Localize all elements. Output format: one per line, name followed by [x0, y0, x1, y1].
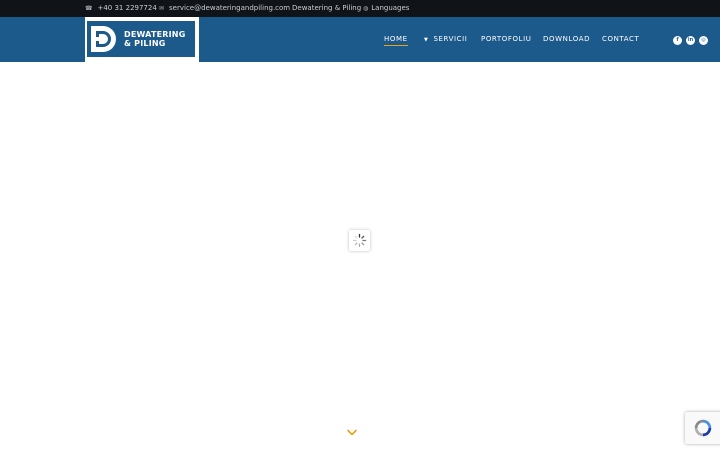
topbar-phone[interactable]: ☎ +40 31 2297724	[85, 0, 157, 17]
language-selector[interactable]: ◍ Languages	[363, 0, 409, 17]
company-name: Dewatering & Piling	[292, 4, 362, 12]
logo-text-line1: DEWATERING	[124, 30, 186, 39]
language-label: Languages	[371, 4, 410, 12]
nav-download-label: DOWNLOAD	[543, 35, 591, 43]
instagram-icon[interactable]: ◎	[699, 36, 708, 45]
topbar-company[interactable]: Dewatering & Piling	[292, 0, 361, 17]
nav-servicii-label: SERVICII	[433, 35, 468, 43]
nav-servicii[interactable]: ▼ SERVICII	[424, 17, 467, 62]
recaptcha-badge[interactable]	[685, 412, 720, 444]
nav-contact-label: CONTACT	[602, 35, 640, 43]
logo-text-line2: & PILING	[124, 39, 166, 48]
logo-mark-icon	[91, 26, 116, 52]
nav-home[interactable]: HOME	[384, 17, 408, 62]
spinner-icon	[352, 233, 367, 248]
loading-spinner	[349, 230, 370, 251]
logo-panel: DEWATERING & PILING	[87, 21, 195, 57]
recaptcha-icon	[694, 419, 712, 437]
email-address: service@dewateringandpiling.com	[169, 4, 291, 12]
phone-number: +40 31 2297724	[97, 4, 157, 12]
globe-icon: ◍	[363, 5, 369, 12]
scroll-down-chevron-icon[interactable]	[346, 427, 358, 439]
facebook-icon[interactable]: f	[673, 36, 682, 45]
linkedin-icon[interactable]: in	[686, 36, 695, 45]
caret-down-icon: ▼	[424, 37, 429, 43]
mail-icon: ✉	[159, 5, 165, 12]
nav-home-label: HOME	[384, 35, 408, 46]
phone-icon: ☎	[85, 5, 93, 12]
site-logo[interactable]: DEWATERING & PILING	[85, 17, 199, 62]
nav-contact[interactable]: CONTACT	[602, 17, 639, 62]
nav-portofoliu-label: PORTOFOLIU	[481, 35, 532, 43]
topbar-email[interactable]: ✉ service@dewateringandpiling.com	[159, 0, 290, 17]
nav-portofoliu[interactable]: PORTOFOLIU	[481, 17, 532, 62]
nav-download[interactable]: DOWNLOAD	[543, 17, 590, 62]
top-bar: ☎ +40 31 2297724 ✉ service@dewateringand…	[0, 0, 720, 17]
